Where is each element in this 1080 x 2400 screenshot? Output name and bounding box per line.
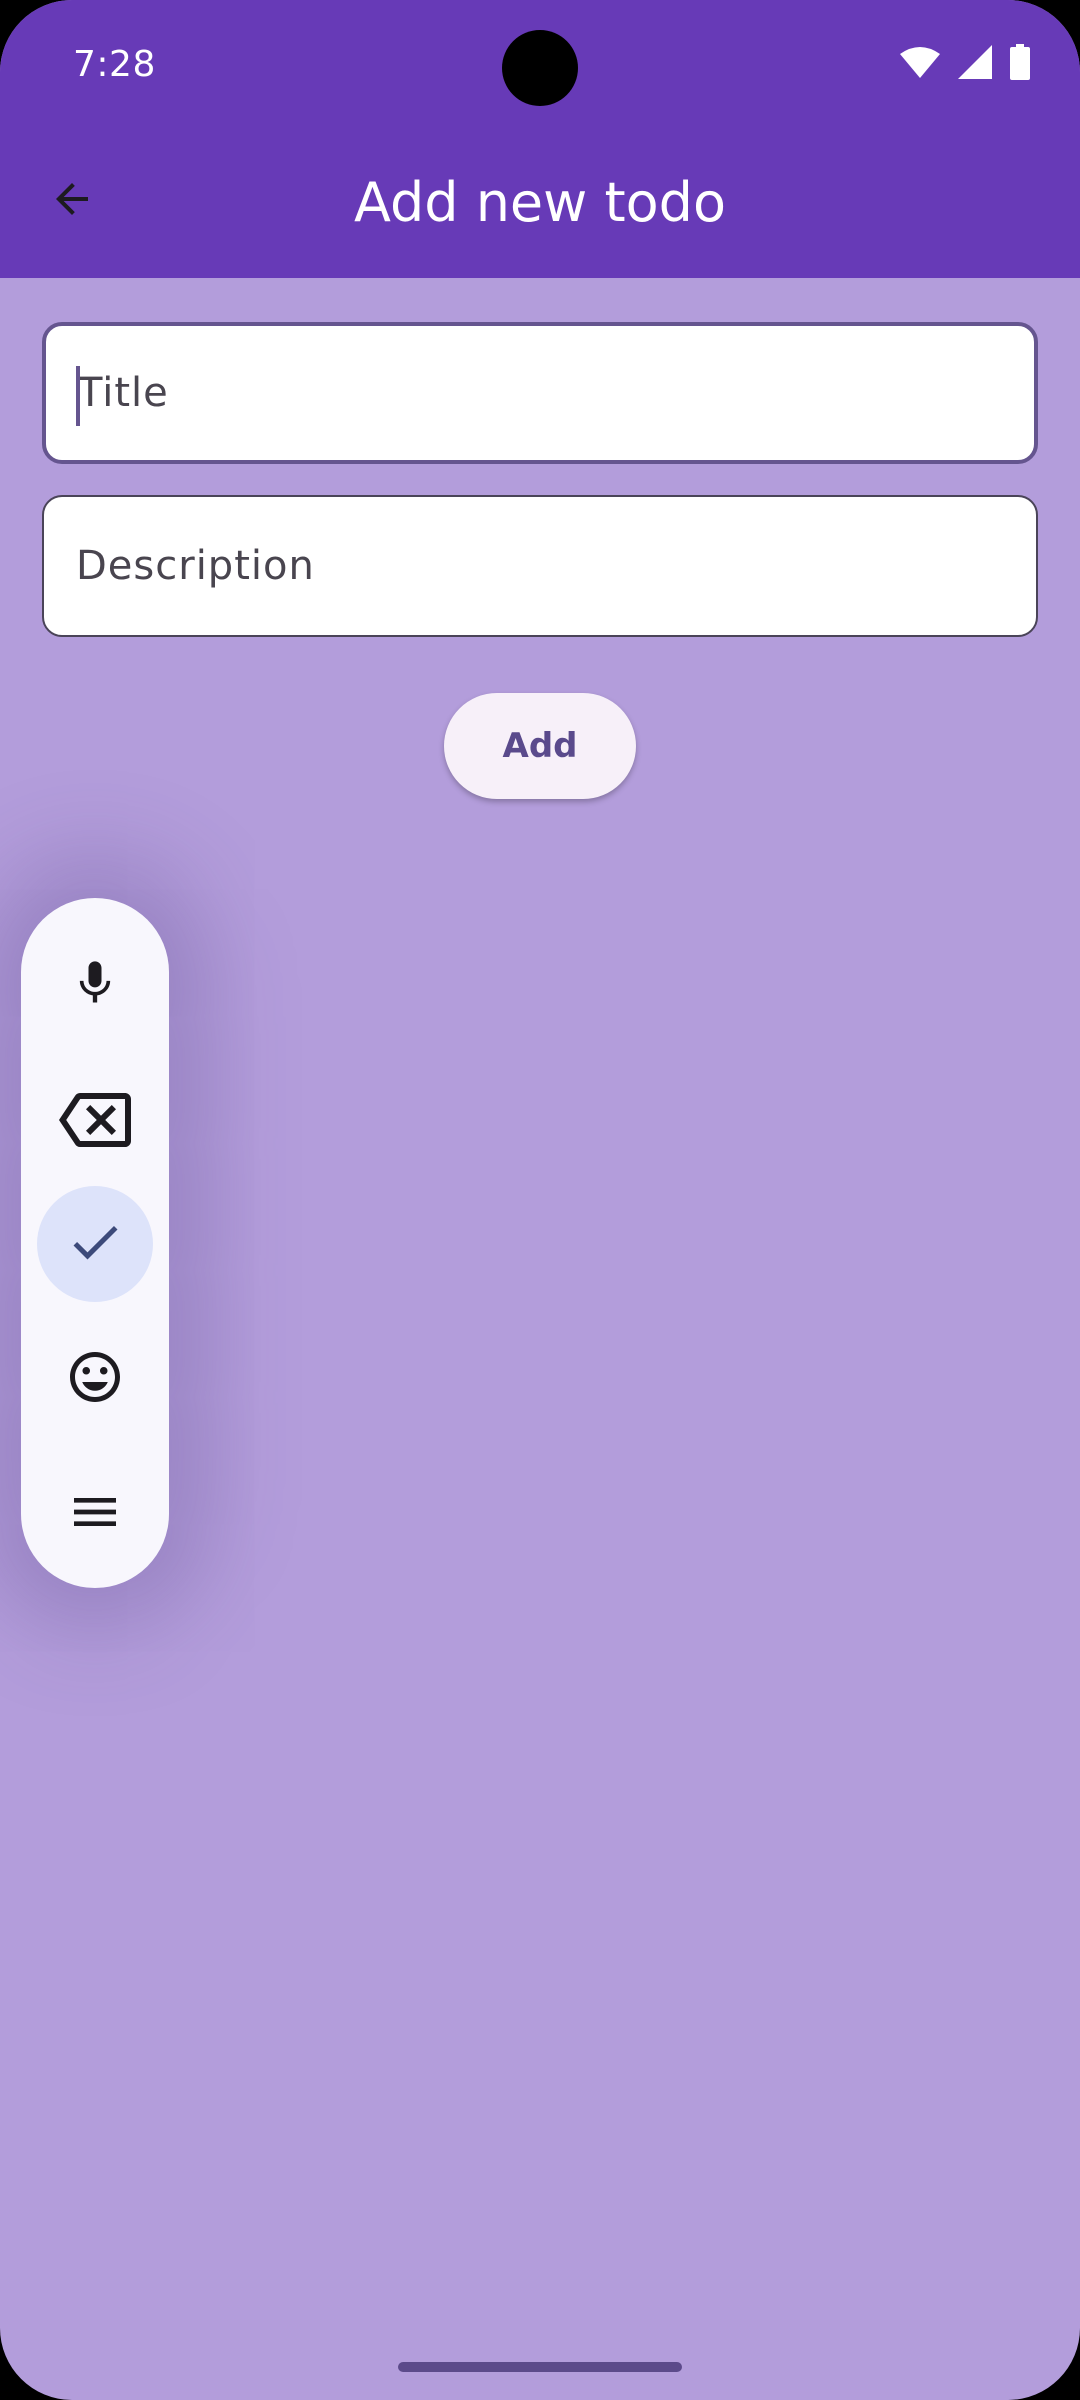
signal-icon [958, 45, 992, 79]
home-indicator[interactable] [398, 2362, 682, 2372]
check-icon [65, 1212, 125, 1276]
screen: 7:28 Add new todo Add [0, 0, 1080, 2400]
backspace-icon [59, 1084, 131, 1160]
text-cursor [76, 366, 80, 426]
menu-button[interactable] [37, 1456, 153, 1572]
description-field[interactable] [42, 495, 1038, 637]
app-bar: 7:28 Add new todo [0, 0, 1080, 278]
description-input[interactable] [44, 497, 1036, 635]
status-time: 7:28 [73, 44, 156, 85]
emoji-button[interactable] [37, 1321, 153, 1437]
battery-icon [1010, 44, 1030, 80]
title-input[interactable] [46, 326, 1034, 460]
emoji-icon [65, 1347, 125, 1411]
title-field[interactable] [42, 322, 1038, 464]
camera-cutout [502, 30, 578, 106]
backspace-button[interactable] [37, 1064, 153, 1180]
mic-icon [69, 957, 121, 1013]
voice-input-button[interactable] [37, 927, 153, 1043]
menu-icon [67, 1484, 123, 1544]
add-button[interactable]: Add [444, 693, 636, 799]
done-button[interactable] [37, 1186, 153, 1302]
wifi-icon [900, 46, 940, 78]
page-title: Add new todo [353, 171, 726, 234]
status-icons [900, 44, 1030, 80]
floating-keyboard-toolbar [21, 898, 169, 1588]
